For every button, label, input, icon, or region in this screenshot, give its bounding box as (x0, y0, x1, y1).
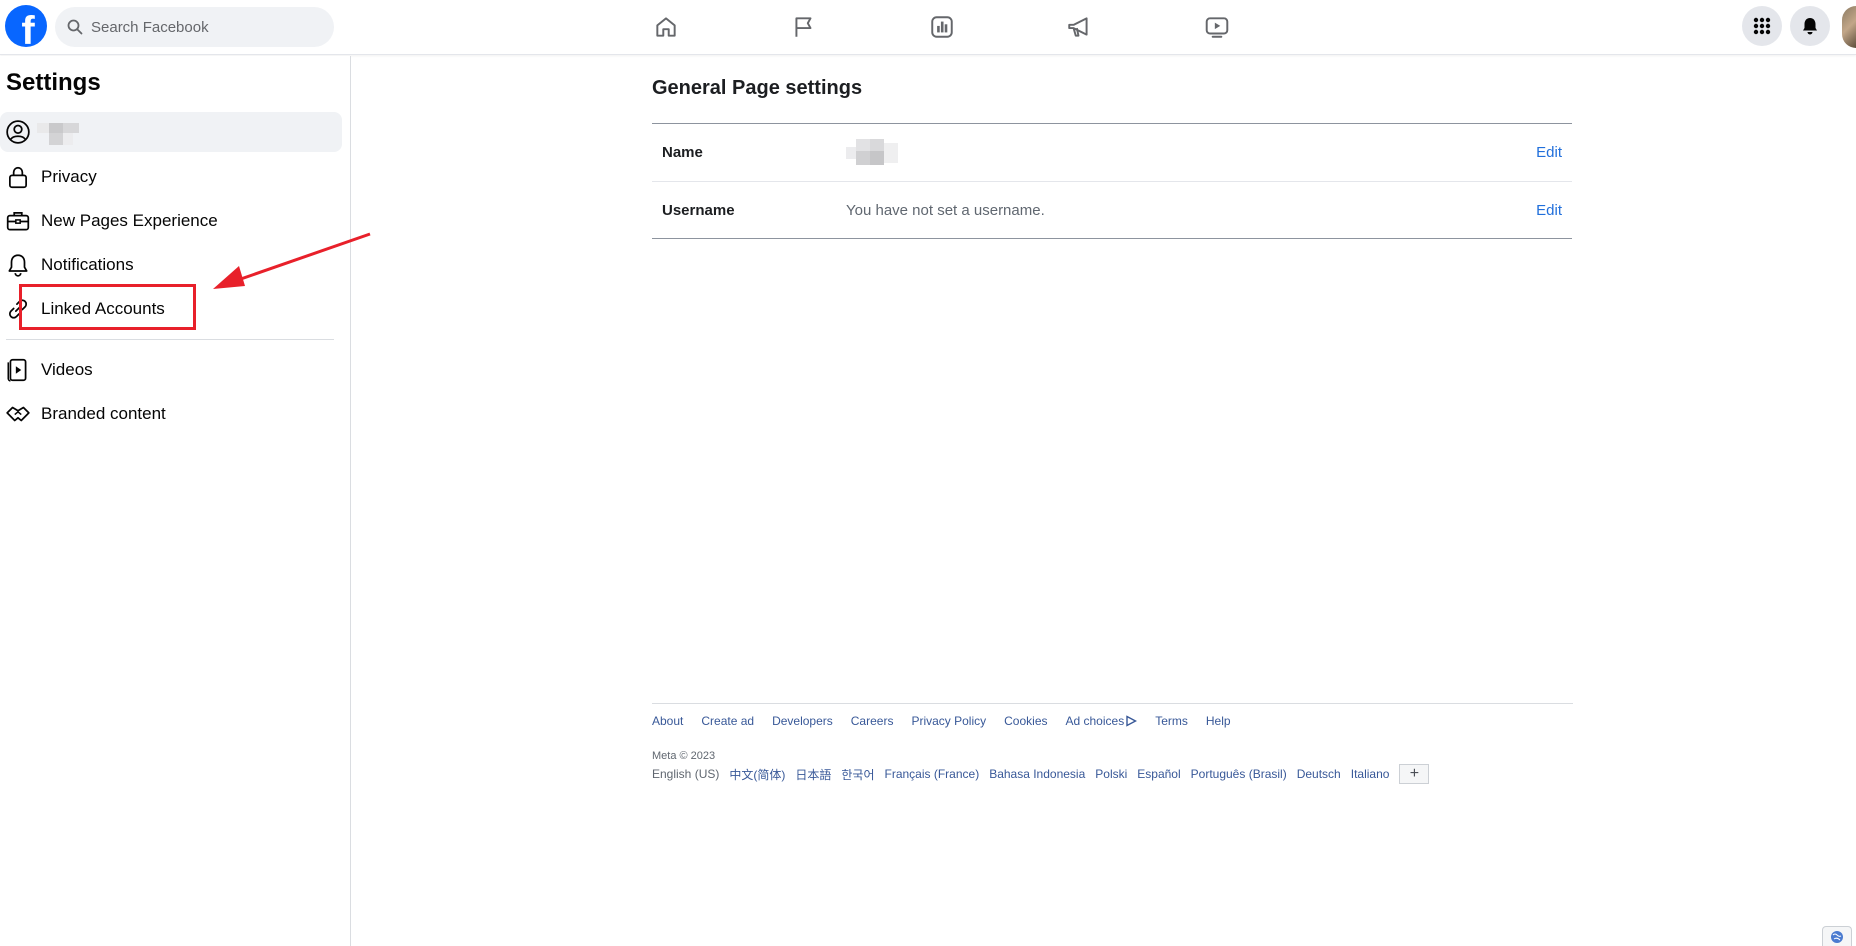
row-value (846, 138, 1536, 167)
footer-link-careers[interactable]: Careers (851, 714, 894, 728)
sidebar-item-label: Privacy (41, 167, 97, 186)
table-row-name: Name Edit (652, 124, 1572, 181)
settings-sidebar: Settings Privacy New Pages Experience No… (0, 56, 351, 946)
footer-link-developers[interactable]: Developers (772, 714, 833, 728)
sidebar-item-label: New Pages Experience (41, 211, 218, 230)
language-link[interactable]: Deutsch (1297, 767, 1341, 781)
current-language: English (US) (652, 767, 720, 781)
sidebar-item-label: Branded content (41, 404, 166, 423)
menu-grid-icon[interactable] (1742, 6, 1782, 46)
language-link[interactable]: Polski (1095, 767, 1127, 781)
handshake-icon (3, 399, 33, 429)
insights-icon[interactable] (925, 10, 959, 44)
language-link[interactable]: Español (1137, 767, 1180, 781)
highlight-box (19, 284, 196, 330)
footer-link-create-ad[interactable]: Create ad (701, 714, 754, 728)
more-languages-button[interactable]: + (1399, 764, 1430, 784)
language-link[interactable]: 中文(简体) (729, 768, 785, 782)
edit-name-link[interactable]: Edit (1536, 144, 1572, 161)
row-key: Username (662, 201, 735, 219)
edit-username-link[interactable]: Edit (1536, 202, 1572, 219)
video-file-icon (3, 355, 33, 385)
profile-icon (3, 117, 33, 147)
table-row-username: Username You have not set a username. Ed… (652, 181, 1572, 238)
footer-link-help[interactable]: Help (1206, 714, 1231, 728)
redacted-page-name (37, 117, 87, 147)
sidebar-divider (6, 339, 334, 340)
search-icon (67, 19, 83, 35)
lock-icon (3, 162, 33, 192)
footer-link-privacy-policy[interactable]: Privacy Policy (911, 714, 986, 728)
language-link[interactable]: Français (France) (885, 767, 980, 781)
copyright: Meta © 2023 (652, 750, 716, 762)
footer-link-terms[interactable]: Terms (1155, 714, 1188, 728)
sidebar-item-page-profile[interactable] (0, 112, 342, 152)
language-selector: English (US) 中文(简体) 日本語 한국어 Français (Fr… (652, 764, 1573, 784)
page-footer: About Create ad Developers Careers Priva… (652, 703, 1573, 784)
footer-link-about[interactable]: About (652, 714, 683, 728)
sidebar-item-privacy[interactable]: Privacy (0, 157, 343, 197)
row-value: You have not set a username. (846, 201, 1045, 219)
annotation-arrow (213, 232, 371, 289)
footer-link-cookies[interactable]: Cookies (1004, 714, 1047, 728)
page-title: General Page settings (652, 77, 863, 99)
account-avatar[interactable] (1842, 6, 1856, 48)
search-box[interactable] (55, 7, 334, 47)
language-link[interactable]: 한국어 (841, 768, 874, 782)
globe-icon[interactable] (1822, 926, 1852, 946)
language-link[interactable]: Bahasa Indonesia (989, 767, 1085, 781)
sidebar-item-label: Notifications (41, 255, 134, 274)
ad-choices-icon (1126, 715, 1138, 727)
language-link[interactable]: 日本語 (795, 768, 831, 782)
language-link[interactable]: Português (Brasil) (1191, 767, 1287, 781)
sidebar-title: Settings (6, 69, 101, 96)
language-link[interactable]: Italiano (1351, 767, 1390, 781)
redacted-name-value (846, 138, 902, 167)
notifications-bell-icon[interactable] (1790, 6, 1830, 46)
search-input[interactable] (91, 18, 311, 36)
sidebar-item-branded-content[interactable]: Branded content (0, 394, 343, 434)
flag-icon[interactable] (787, 10, 821, 44)
settings-table: Name Edit Username You have not set a us… (652, 123, 1572, 239)
footer-links: About Create ad Developers Careers Priva… (652, 714, 1573, 728)
top-navigation-bar: f (0, 0, 1856, 55)
bell-icon (3, 250, 33, 280)
megaphone-icon[interactable] (1062, 10, 1096, 44)
video-icon[interactable] (1200, 10, 1234, 44)
facebook-logo[interactable]: f (5, 5, 47, 47)
sidebar-item-label: Videos (41, 360, 93, 379)
ad-choices-label: Ad choices (1065, 714, 1125, 728)
briefcase-icon (3, 206, 33, 236)
sidebar-item-videos[interactable]: Videos (0, 350, 343, 390)
footer-link-ad-choices[interactable]: Ad choices (1066, 714, 1138, 728)
home-icon[interactable] (649, 10, 683, 44)
row-key: Name (662, 144, 703, 161)
